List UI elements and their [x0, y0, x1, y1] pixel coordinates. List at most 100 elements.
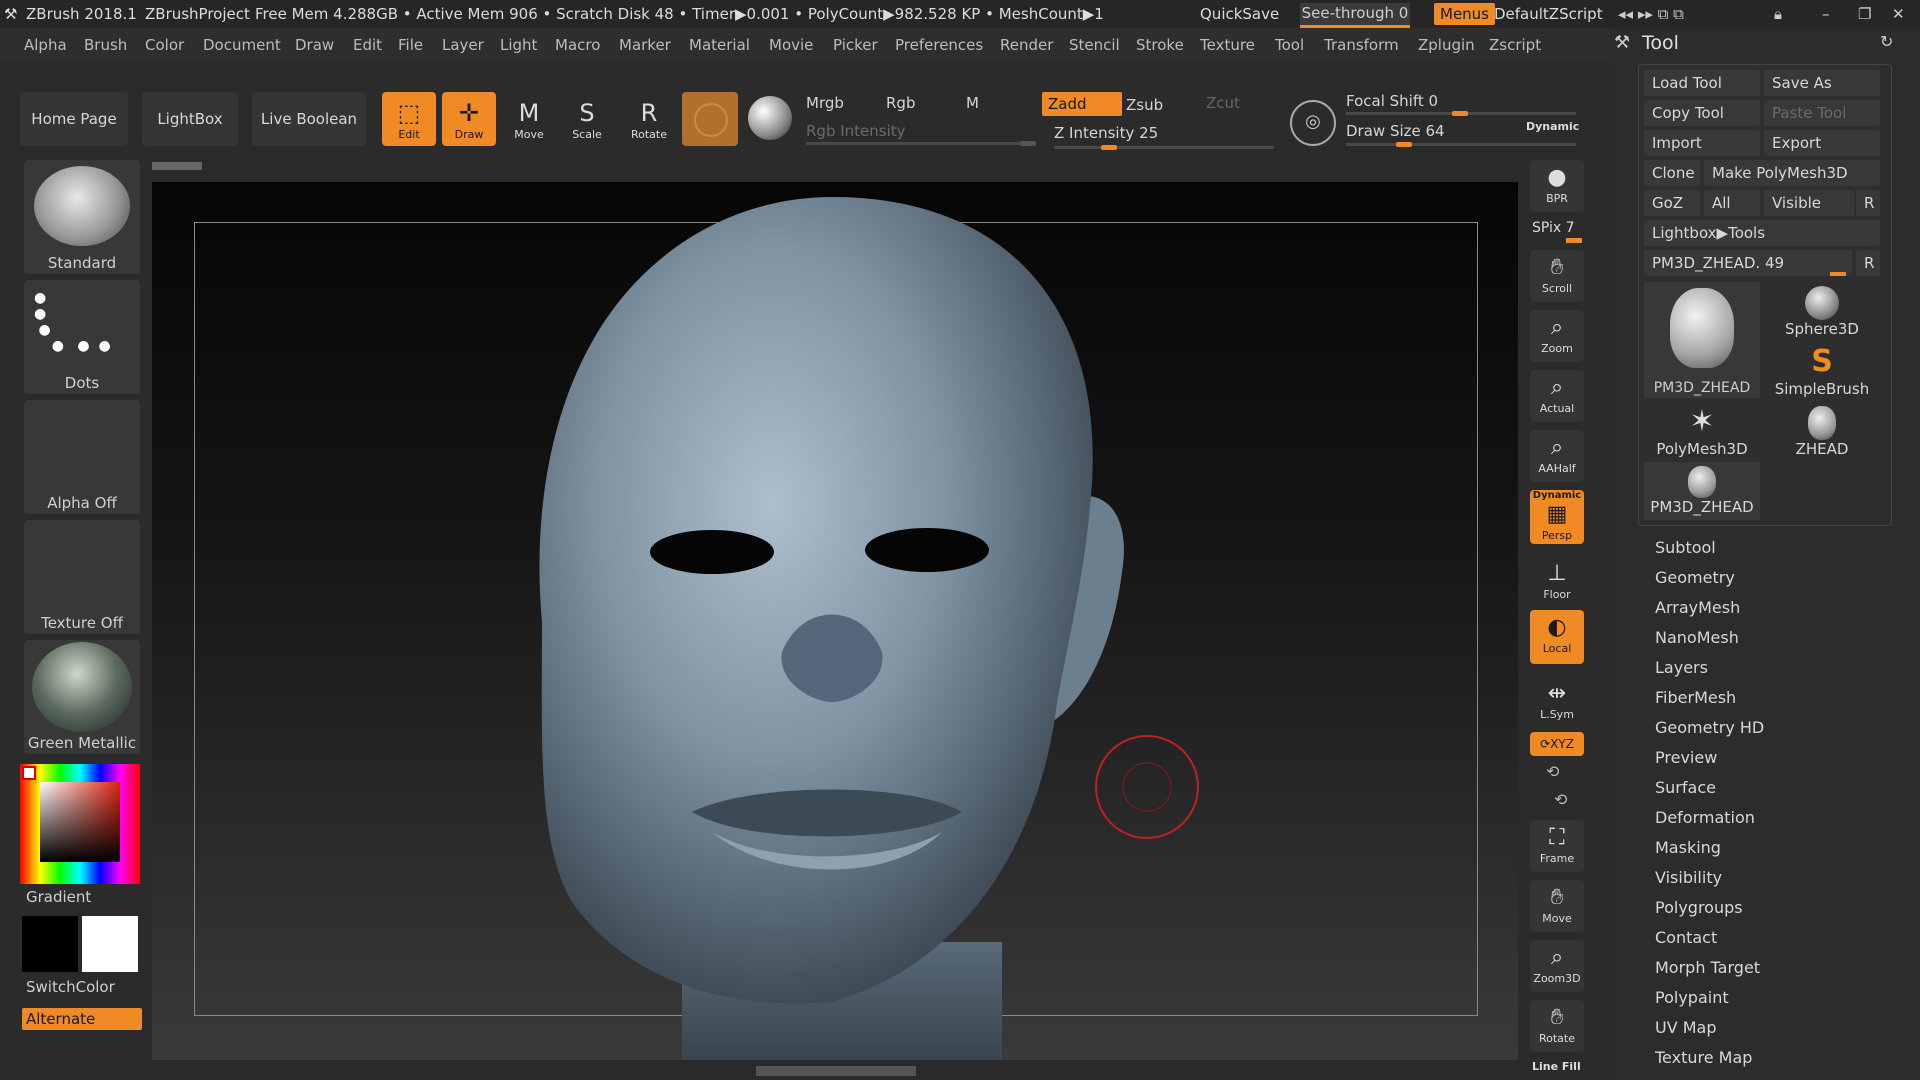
- see-through-slider[interactable]: See-through 0: [1300, 3, 1410, 28]
- tool-thumb-pm3d-zhead[interactable]: PM3D_ZHEAD: [1644, 282, 1760, 398]
- section-visibility[interactable]: Visibility: [1655, 868, 1722, 887]
- alternate-button[interactable]: Alternate: [22, 1008, 142, 1030]
- rgb-button[interactable]: Rgb: [886, 94, 915, 112]
- aahalf-button[interactable]: ⌕ AAHalf: [1530, 430, 1584, 482]
- actual-button[interactable]: ⌕ Actual: [1530, 370, 1584, 422]
- floor-button[interactable]: ⊥ Floor: [1530, 556, 1584, 608]
- clone-button[interactable]: Clone: [1644, 160, 1700, 186]
- menu-alpha[interactable]: Alpha: [24, 28, 67, 62]
- alpha-selector[interactable]: Alpha Off: [24, 400, 140, 514]
- menu-light[interactable]: Light: [500, 28, 537, 62]
- goz-button[interactable]: GoZ: [1644, 190, 1700, 216]
- menu-color[interactable]: Color: [145, 28, 184, 62]
- goz-visible-button[interactable]: Visible: [1764, 190, 1854, 216]
- tool-thumb-pm3d-zhead-2[interactable]: PM3D_ZHEAD: [1644, 462, 1760, 520]
- copy-tool-button[interactable]: Copy Tool: [1644, 100, 1760, 126]
- mrgb-button[interactable]: Mrgb: [806, 94, 844, 112]
- head-model[interactable]: [152, 182, 1518, 1060]
- zadd-button[interactable]: Zadd: [1042, 92, 1122, 116]
- zsub-button[interactable]: Zsub: [1126, 96, 1163, 114]
- tool-thumb-sphere3d[interactable]: Sphere3D: [1764, 282, 1880, 340]
- dynamic-toggle[interactable]: Dynamic: [1526, 120, 1579, 133]
- draw-size-slider[interactable]: Draw Size 64: [1346, 122, 1445, 140]
- section-fibermesh[interactable]: FiberMesh: [1655, 688, 1736, 707]
- local-button[interactable]: ◐ Local: [1530, 610, 1584, 664]
- close-icon[interactable]: ✕: [1892, 0, 1905, 28]
- menu-file[interactable]: File: [398, 28, 423, 62]
- goz-all-button[interactable]: All: [1704, 190, 1760, 216]
- menu-transform[interactable]: Transform: [1324, 28, 1399, 62]
- draw-mode-button[interactable]: ✛ Draw: [442, 92, 496, 146]
- section-uv-map[interactable]: UV Map: [1655, 1018, 1717, 1037]
- lock-icon[interactable]: 🔒︎: [1774, 0, 1782, 28]
- switchcolor-button[interactable]: SwitchColor: [26, 978, 115, 996]
- rotate-view-button[interactable]: ✋︎ Rotate: [1530, 1000, 1584, 1052]
- lightbox-button[interactable]: LightBox: [142, 92, 238, 146]
- section-contact[interactable]: Contact: [1655, 928, 1717, 947]
- frame-button[interactable]: ⛶ Frame: [1530, 820, 1584, 872]
- focal-shift-slider[interactable]: Focal Shift 0: [1346, 92, 1438, 110]
- interface-arrows-icon[interactable]: ◂◂ ▸▸ ⧉ ⧉: [1618, 0, 1684, 28]
- load-tool-button[interactable]: Load Tool: [1644, 70, 1760, 96]
- z-intensity-slider[interactable]: Z Intensity 25: [1054, 124, 1158, 142]
- stroke-selector[interactable]: ● ● ● ● ● ● Dots: [24, 280, 140, 394]
- menus-toggle[interactable]: Menus: [1434, 3, 1495, 25]
- move-mode-button[interactable]: M Move: [502, 92, 556, 146]
- lsym-button[interactable]: ⇹ L.Sym: [1530, 676, 1584, 728]
- home-page-button[interactable]: Home Page: [20, 92, 128, 146]
- gradient-label[interactable]: Gradient: [26, 888, 91, 906]
- menu-zscript[interactable]: Zscript: [1489, 28, 1541, 62]
- paste-tool-button[interactable]: Paste Tool: [1764, 100, 1880, 126]
- lazy-mouse-icon[interactable]: ◎: [1290, 100, 1336, 146]
- spix-slider[interactable]: SPix 7: [1532, 220, 1575, 236]
- scale-mode-button[interactable]: S Scale: [560, 92, 614, 146]
- quicksave-button[interactable]: QuickSave: [1200, 0, 1279, 28]
- section-geometry-hd[interactable]: Geometry HD: [1655, 718, 1764, 737]
- menu-brush[interactable]: Brush: [84, 28, 127, 62]
- menu-render[interactable]: Render: [1000, 28, 1053, 62]
- menu-preferences[interactable]: Preferences: [895, 28, 983, 62]
- export-button[interactable]: Export: [1764, 130, 1880, 156]
- rotate-mode-button[interactable]: R Rotate: [622, 92, 676, 146]
- canvas-scrollbar[interactable]: [152, 162, 202, 170]
- color-picker[interactable]: [20, 764, 140, 884]
- tool-thumb-simplebrush[interactable]: S SimpleBrush: [1764, 342, 1880, 400]
- scroll-button[interactable]: ✋︎ Scroll: [1530, 250, 1584, 302]
- secondary-color-swatch[interactable]: [82, 916, 138, 972]
- rgb-intensity-knob[interactable]: [1020, 141, 1036, 146]
- current-tool-knob[interactable]: [1830, 272, 1846, 276]
- current-tool-slider[interactable]: PM3D_ZHEAD. 49: [1644, 250, 1852, 276]
- menu-movie[interactable]: Movie: [769, 28, 813, 62]
- section-surface[interactable]: Surface: [1655, 778, 1716, 797]
- main-color-swatch[interactable]: [22, 766, 36, 780]
- section-subtool[interactable]: Subtool: [1655, 538, 1716, 557]
- minimize-icon[interactable]: –: [1822, 0, 1830, 28]
- menu-tool[interactable]: Tool: [1275, 28, 1304, 62]
- material-selector[interactable]: Green Metallic: [24, 640, 140, 754]
- section-arraymesh[interactable]: ArrayMesh: [1655, 598, 1740, 617]
- menu-material[interactable]: Material: [689, 28, 750, 62]
- section-polygroups[interactable]: Polygroups: [1655, 898, 1743, 917]
- section-polypaint[interactable]: Polypaint: [1655, 988, 1729, 1007]
- z-intensity-knob[interactable]: [1101, 145, 1117, 150]
- section-geometry[interactable]: Geometry: [1655, 568, 1735, 587]
- make-polymesh3d-button[interactable]: Make PolyMesh3D: [1704, 160, 1880, 186]
- zoom3d-button[interactable]: ⌕ Zoom3D: [1530, 940, 1584, 992]
- import-button[interactable]: Import: [1644, 130, 1760, 156]
- menu-draw[interactable]: Draw: [295, 28, 334, 62]
- menu-layer[interactable]: Layer: [442, 28, 484, 62]
- m-button[interactable]: M: [966, 94, 979, 112]
- current-tool-r-button[interactable]: R: [1856, 250, 1880, 276]
- section-masking[interactable]: Masking: [1655, 838, 1721, 857]
- menu-texture[interactable]: Texture: [1200, 28, 1255, 62]
- section-texture-map[interactable]: Texture Map: [1655, 1048, 1752, 1067]
- sphere-brush-button[interactable]: [682, 92, 738, 146]
- persp-button[interactable]: Dynamic ▦ Persp: [1530, 490, 1584, 544]
- menu-document[interactable]: Document: [203, 28, 281, 62]
- draw-size-knob[interactable]: [1396, 142, 1412, 147]
- primary-color-swatch[interactable]: [22, 916, 78, 972]
- menu-stroke[interactable]: Stroke: [1136, 28, 1184, 62]
- move-view-button[interactable]: ✋︎ Move: [1530, 880, 1584, 932]
- focal-shift-knob[interactable]: [1452, 111, 1468, 116]
- menu-marker[interactable]: Marker: [619, 28, 671, 62]
